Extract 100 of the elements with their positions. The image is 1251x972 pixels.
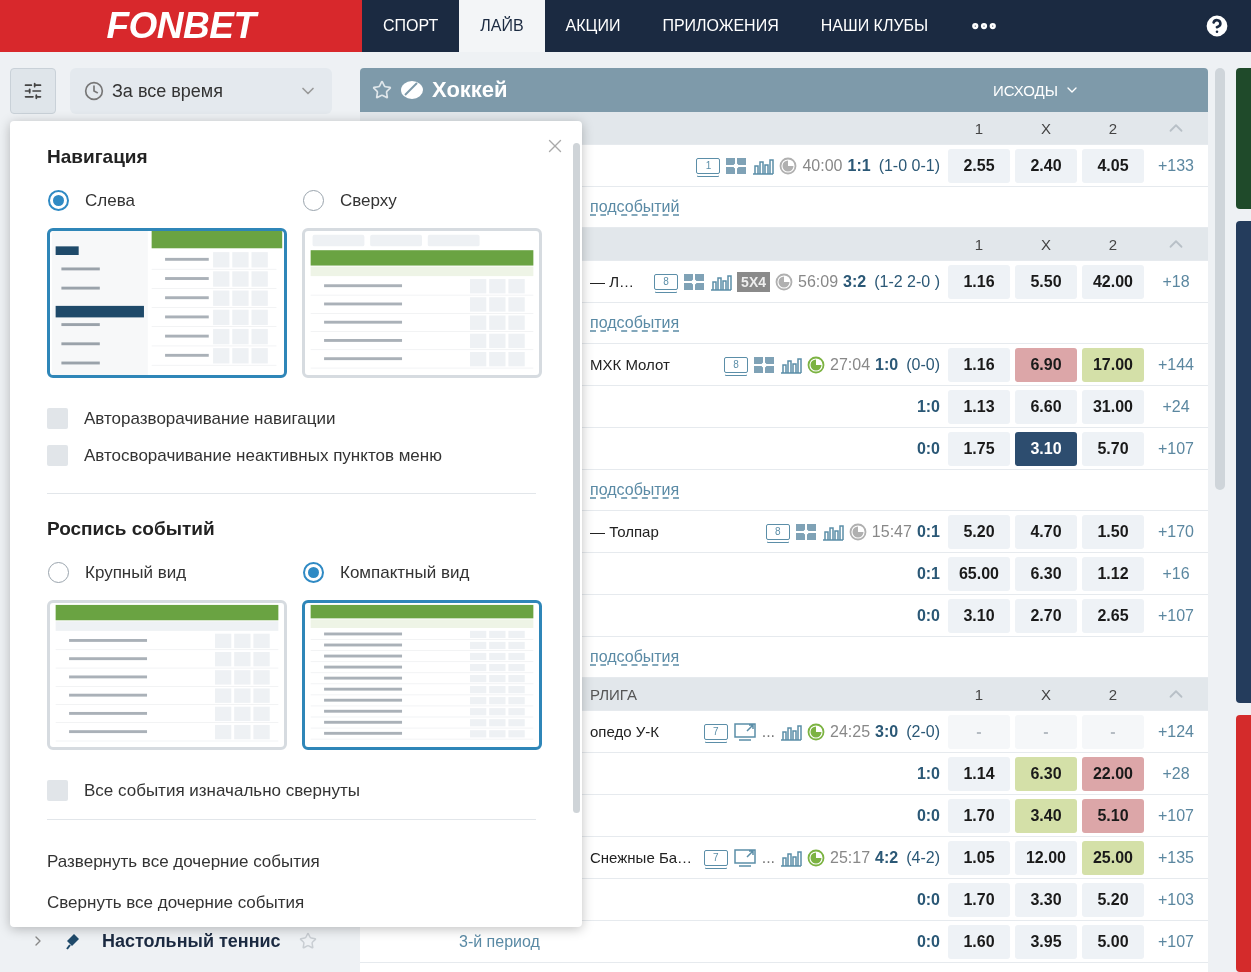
more-markets-link[interactable]: +135: [1144, 847, 1208, 868]
stats-icon[interactable]: [821, 522, 844, 541]
odds-button[interactable]: 3.30: [1015, 882, 1077, 917]
odds-button[interactable]: 5.20: [1082, 882, 1144, 917]
odds-button[interactable]: 5.20: [948, 514, 1010, 549]
odds-button[interactable]: 25.00: [1082, 840, 1144, 875]
odds-button[interactable]: 2.70: [1015, 598, 1077, 633]
odds-button[interactable]: 3.10: [1015, 431, 1077, 466]
event-name[interactable]: Снежные Ба…: [590, 849, 698, 866]
odds-button[interactable]: 4.05: [1082, 148, 1144, 183]
settings-button[interactable]: [10, 68, 56, 114]
checkbox-option[interactable]: Автосворачивание неактивных пунктов меню: [47, 445, 536, 466]
layout-preview-drawing[interactable]: [302, 600, 542, 750]
odds-button[interactable]: 6.90: [1015, 347, 1077, 382]
odds-button[interactable]: 1.70: [948, 882, 1010, 917]
more-markets-link[interactable]: +107: [1144, 805, 1208, 826]
odds-button[interactable]: 1.05: [948, 840, 1010, 875]
radio-option[interactable]: Слева: [47, 190, 287, 211]
scrollbar-thumb[interactable]: [1215, 68, 1225, 490]
tv-channel-icon[interactable]: 8: [724, 356, 749, 373]
odds-button[interactable]: 1.12: [1082, 556, 1144, 591]
odds-button[interactable]: 12.00: [1015, 840, 1077, 875]
odds-button[interactable]: 1.13: [948, 389, 1010, 424]
field-icon[interactable]: [794, 522, 817, 541]
field-icon[interactable]: [753, 355, 776, 374]
odds-button[interactable]: 6.30: [1015, 756, 1077, 791]
odds-button[interactable]: 65.00: [948, 556, 1010, 591]
more-markets-link[interactable]: +16: [1144, 563, 1208, 584]
odds-button[interactable]: 1.50: [1082, 514, 1144, 549]
field-icon[interactable]: [683, 272, 706, 291]
checkbox[interactable]: [47, 408, 68, 429]
odds-button[interactable]: 6.60: [1015, 389, 1077, 424]
more-markets-link[interactable]: +133: [1144, 155, 1208, 176]
odds-button[interactable]: 4.70: [1015, 514, 1077, 549]
more-markets-link[interactable]: +144: [1144, 354, 1208, 375]
odds-button[interactable]: 31.00: [1082, 389, 1144, 424]
layout-preview-drawing[interactable]: [47, 228, 287, 378]
more-markets-link[interactable]: +107: [1144, 605, 1208, 626]
screen-icon[interactable]: [732, 847, 757, 868]
odds-button[interactable]: 5.00: [1082, 924, 1144, 959]
odds-button[interactable]: 1.14: [948, 756, 1010, 791]
odds-button[interactable]: 5.50: [1015, 264, 1077, 299]
sub-events-link[interactable]: подсобытия: [590, 648, 680, 666]
more-markets-link[interactable]: +170: [1144, 521, 1208, 542]
checkbox-option[interactable]: Авторазворачивание навигации: [47, 408, 536, 429]
odds-button[interactable]: 3.95: [1015, 924, 1077, 959]
odds-button[interactable]: 1.60: [948, 924, 1010, 959]
checkbox-option[interactable]: Все события изначально свернуты: [47, 780, 536, 801]
stats-icon[interactable]: [780, 722, 803, 741]
tv-channel-icon[interactable]: 7: [703, 723, 728, 740]
tv-channel-icon[interactable]: 8: [765, 523, 790, 540]
logo[interactable]: FONBET: [0, 0, 362, 52]
stats-icon[interactable]: [780, 848, 803, 867]
odds-button[interactable]: 2.40: [1015, 148, 1077, 183]
more-markets-link[interactable]: +28: [1144, 763, 1208, 784]
period-dropdown[interactable]: За все время: [70, 68, 332, 114]
nav-tab[interactable]: ПРИЛОЖЕНИЯ: [641, 0, 800, 52]
stats-icon[interactable]: [752, 156, 775, 175]
popup-scrollbar[interactable]: [573, 143, 580, 813]
checkbox[interactable]: [47, 445, 68, 466]
more-markets-link[interactable]: +103: [1144, 889, 1208, 910]
more-markets-link[interactable]: +24: [1144, 396, 1208, 417]
odds-button[interactable]: 1.70: [948, 798, 1010, 833]
odds-button[interactable]: 22.00: [1082, 756, 1144, 791]
radio-option[interactable]: Компактный вид: [302, 562, 542, 583]
event-name[interactable]: опедо У-К: [590, 723, 698, 740]
odds-button[interactable]: 6.30: [1015, 556, 1077, 591]
odds-button[interactable]: 17.00: [1082, 347, 1144, 382]
radio-option[interactable]: Сверху: [302, 190, 542, 211]
sub-events-link[interactable]: подсобытий: [590, 198, 680, 216]
nav-tab[interactable]: НАШИ КЛУБЫ: [799, 0, 950, 52]
more-markets-link[interactable]: +107: [1144, 438, 1208, 459]
action-link[interactable]: Развернуть все дочерние события: [47, 852, 536, 872]
sub-event-link[interactable]: 3-й период: [459, 932, 911, 951]
more-markets-link[interactable]: +18: [1144, 271, 1208, 292]
more-markets-link[interactable]: +107: [1144, 931, 1208, 952]
stats-icon[interactable]: [780, 355, 803, 374]
sub-events-link[interactable]: подсобытия: [590, 481, 680, 499]
nav-tab[interactable]: ЛАЙВ: [459, 0, 545, 52]
odds-button[interactable]: 2.55: [948, 148, 1010, 183]
stats-icon[interactable]: [710, 272, 733, 291]
tv-channel-icon[interactable]: 8: [654, 273, 679, 290]
odds-button[interactable]: 1.16: [948, 264, 1010, 299]
more-markets-link[interactable]: +124: [1144, 721, 1208, 742]
odds-button[interactable]: 5.10: [1082, 798, 1144, 833]
radio-button[interactable]: [48, 190, 69, 211]
event-name[interactable]: МХК Молот: [590, 356, 719, 373]
favorite-star-icon[interactable]: [372, 80, 392, 100]
tv-channel-icon[interactable]: 1: [696, 157, 721, 174]
event-name[interactable]: — Л…: [590, 273, 649, 290]
star-icon[interactable]: [298, 932, 317, 950]
field-icon[interactable]: [725, 156, 748, 175]
event-name[interactable]: — Толпар: [590, 523, 760, 540]
sport-item[interactable]: Настольный теннис: [10, 921, 348, 961]
checkbox[interactable]: [47, 780, 68, 801]
radio-button[interactable]: [303, 562, 324, 583]
odds-button[interactable]: 3.10: [948, 598, 1010, 633]
nav-tab[interactable]: СПОРТ: [362, 0, 460, 52]
radio-option[interactable]: Крупный вид: [47, 562, 287, 583]
nav-tab[interactable]: АКЦИИ: [544, 0, 642, 52]
